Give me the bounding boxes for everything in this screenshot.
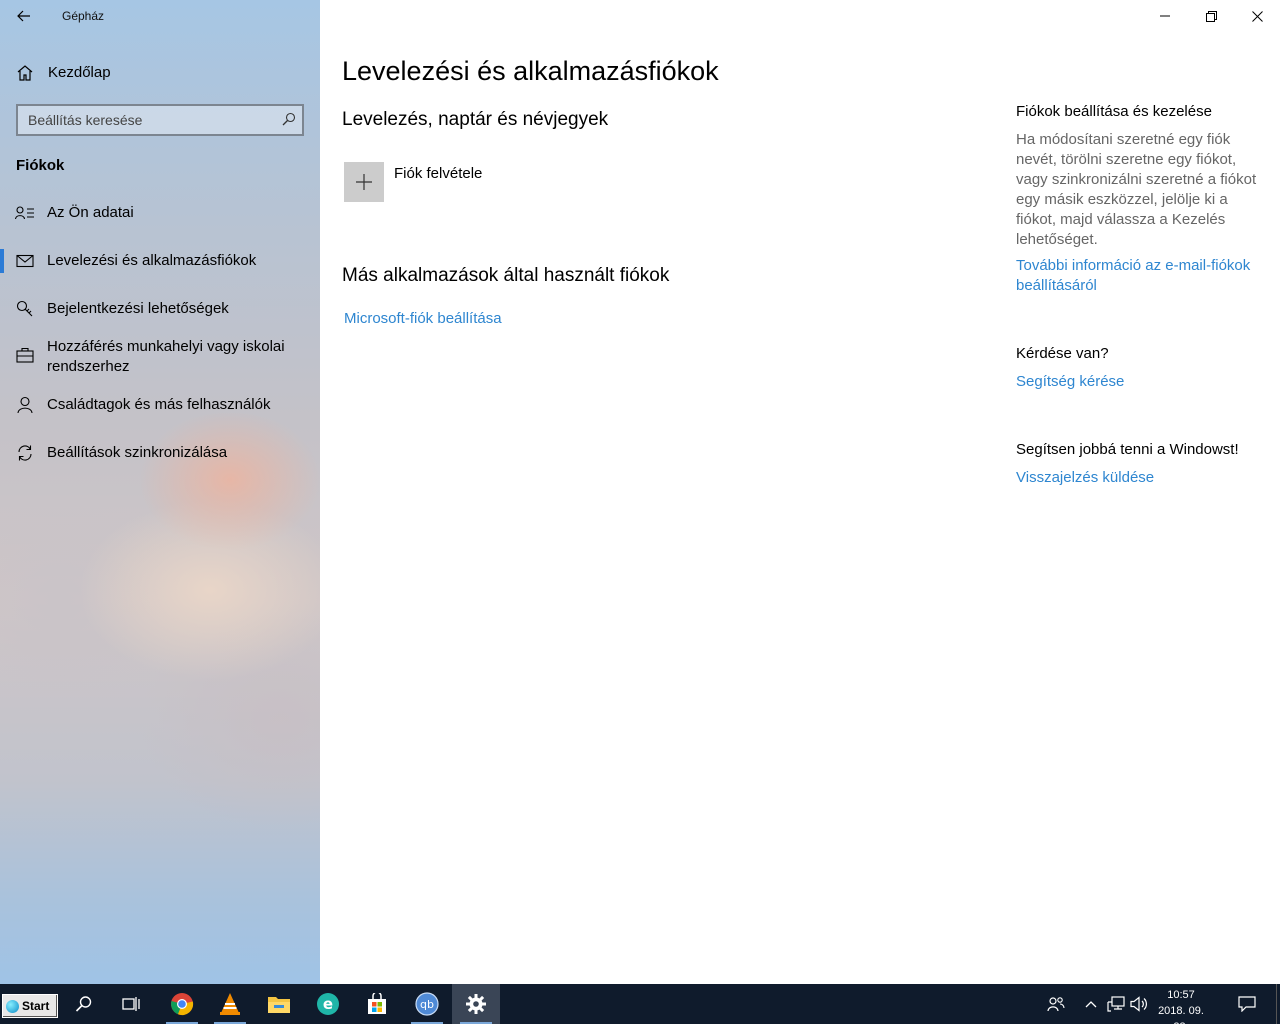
minimize-button[interactable] [1142, 0, 1188, 32]
people-icon [1047, 997, 1065, 1012]
clock-time: 10:57 [1167, 989, 1195, 1001]
chrome-icon [171, 993, 194, 1016]
network-icon [1107, 996, 1125, 1012]
tray-network[interactable] [1104, 984, 1128, 1024]
svg-text:e: e [323, 995, 333, 1013]
briefcase-icon [15, 345, 35, 365]
sidebar-item-label: Az Ön adatai [47, 204, 134, 221]
sidebar: Gépház Kezdőlap Fiókok Az Ön adatai Leve… [0, 0, 320, 984]
tray-show-hidden[interactable] [1080, 984, 1102, 1024]
taskbar-vlc[interactable] [206, 984, 254, 1024]
taskbar: Start e qb 10:57 2018. 09. 23. [0, 984, 1280, 1033]
taskbar-store[interactable] [353, 984, 401, 1024]
taskbar-search[interactable] [60, 984, 108, 1024]
search-box[interactable] [16, 104, 304, 136]
action-center-button[interactable] [1230, 984, 1264, 1024]
sidebar-item-label: Levelezési és alkalmazásfiókok [47, 252, 257, 269]
svg-text:qb: qb [420, 998, 434, 1011]
help-heading-manage: Fiókok beállítása és kezelése [1016, 103, 1212, 120]
show-desktop-divider[interactable] [1276, 984, 1277, 1024]
file-explorer-icon [268, 997, 290, 1013]
help-heading-feedback: Segítsen jobbá tenni a Windowst! [1016, 441, 1239, 458]
sync-icon [15, 443, 35, 463]
edge-icon: e [317, 993, 339, 1015]
person-card-icon [15, 203, 35, 223]
sidebar-item-label: Családtagok és más felhasználók [47, 396, 271, 413]
home-icon [16, 64, 34, 87]
start-button[interactable]: Start [2, 994, 58, 1018]
tray-people[interactable] [1044, 984, 1068, 1024]
microsoft-account-link[interactable]: Microsoft-fiók beállítása [344, 310, 502, 327]
section-heading-email-calendar: Levelezés, naptár és névjegyek [342, 109, 609, 130]
search-icon[interactable] [282, 112, 296, 131]
clock[interactable]: 10:57 2018. 09. 23. [1150, 987, 1212, 1035]
qbittorrent-icon: qb [415, 992, 439, 1016]
tray-volume[interactable] [1128, 984, 1150, 1024]
close-button[interactable] [1234, 0, 1280, 32]
key-icon [15, 299, 35, 319]
main-content: Levelezési és alkalmazásfiókok Levelezés… [320, 0, 1280, 984]
title-bar: Gépház [0, 0, 320, 34]
sidebar-item-home[interactable]: Kezdőlap [0, 56, 320, 90]
task-view-icon [122, 997, 140, 1011]
taskbar-qbittorrent[interactable]: qb [403, 984, 451, 1024]
settings-icon [466, 994, 486, 1014]
get-help-link[interactable]: Segítség kérése [1016, 372, 1266, 392]
sidebar-item-label: Bejelentkezési lehetőségek [47, 300, 229, 317]
vlc-icon [220, 993, 240, 1015]
add-account-button[interactable]: Fiók felvétele [344, 162, 644, 202]
learn-more-link[interactable]: További információ az e-mail-fiókok beál… [1016, 256, 1266, 296]
taskbar-chrome[interactable] [158, 984, 206, 1024]
taskbar-task-view[interactable] [107, 984, 155, 1024]
close-icon [1251, 10, 1263, 22]
store-icon [368, 993, 386, 1014]
help-heading-question: Kérdése van? [1016, 345, 1109, 362]
start-orb-icon [6, 999, 19, 1013]
section-label: Fiókok [16, 157, 65, 174]
chevron-up-icon [1085, 1001, 1097, 1008]
sidebar-item-label: Beállítások szinkronizálása [47, 444, 228, 461]
taskbar-file-explorer[interactable] [255, 984, 303, 1024]
start-label: Start [22, 999, 50, 1013]
back-arrow-icon [17, 10, 30, 22]
action-center-icon [1238, 996, 1256, 1012]
taskbar-edge[interactable]: e [304, 984, 352, 1024]
send-feedback-link[interactable]: Visszajelzés küldése [1016, 468, 1266, 488]
taskbar-settings[interactable] [452, 984, 500, 1024]
add-account-label: Fiók felvétele [394, 165, 483, 182]
section-heading-other-apps: Más alkalmazások által használt fiókok [342, 265, 670, 286]
restore-icon [1205, 10, 1217, 22]
minimize-icon [1160, 15, 1170, 17]
volume-icon [1130, 996, 1147, 1012]
page-title: Levelezési és alkalmazásfiókok [342, 56, 719, 86]
clock-date: 2018. 09. 23. [1158, 1005, 1204, 1033]
sidebar-item-label: Hozzáférés munkahelyi vagy iskolai rends… [47, 338, 285, 375]
person-icon [15, 395, 35, 415]
mail-icon [15, 251, 35, 271]
plus-icon [344, 162, 384, 202]
back-button[interactable] [10, 4, 38, 28]
app-title: Gépház [62, 9, 105, 23]
help-text-manage: Ha módosítani szeretné egy fiók nevét, t… [1016, 131, 1257, 248]
active-indicator [0, 249, 4, 273]
restore-button[interactable] [1188, 0, 1234, 32]
search-input[interactable] [18, 106, 288, 134]
search-icon [75, 996, 92, 1012]
home-label: Kezdőlap [48, 64, 111, 81]
